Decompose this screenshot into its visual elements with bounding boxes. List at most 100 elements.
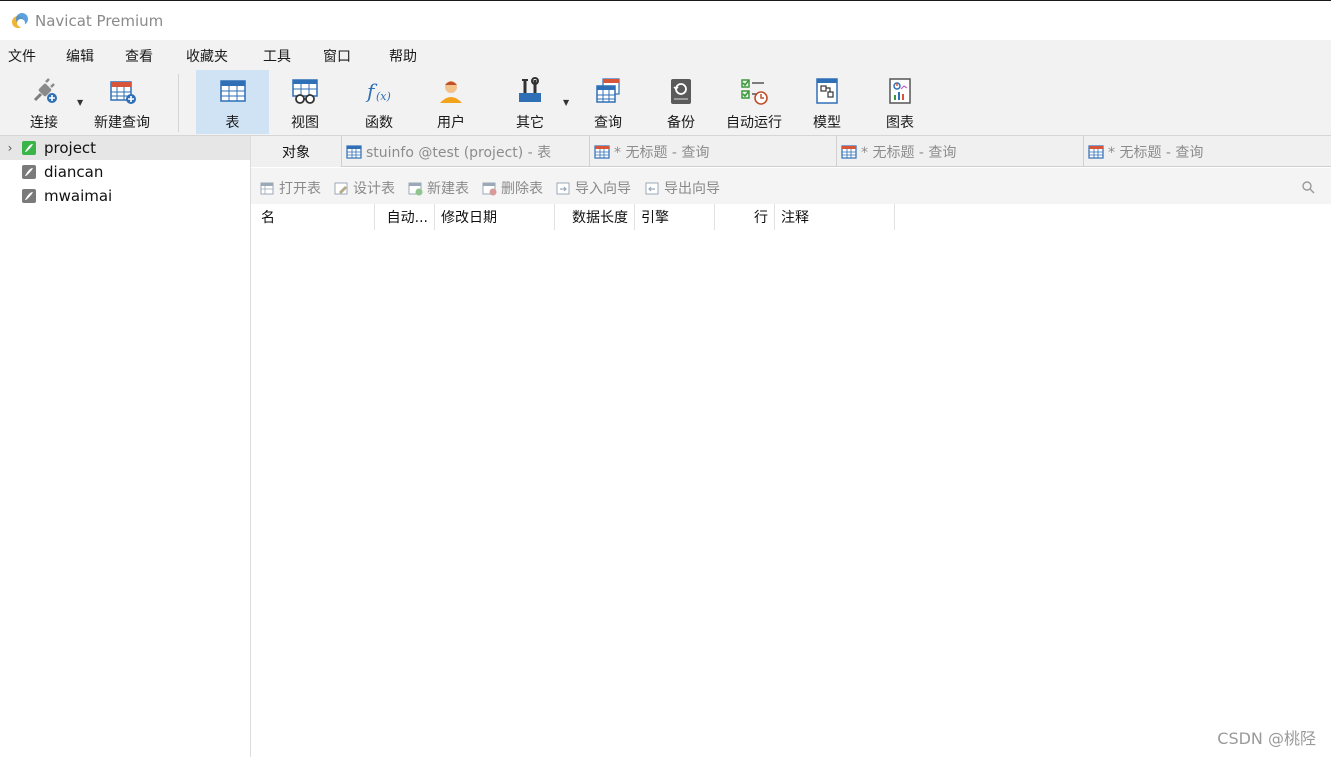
connection-icon <box>22 165 36 179</box>
plug-icon <box>33 78 57 103</box>
table-icon <box>219 80 246 102</box>
column-header-rows[interactable]: 行 <box>715 204 775 230</box>
tools-icon <box>519 77 541 102</box>
automation-icon <box>741 79 768 105</box>
tab-label: stuinfo @test (project) - 表 <box>366 144 552 161</box>
query-icon <box>841 144 857 159</box>
view-button[interactable]: 视图 <box>273 70 337 134</box>
connect-button[interactable]: 连接 <box>14 70 74 134</box>
window-title: Navicat Premium <box>35 11 164 30</box>
search-icon[interactable] <box>1301 180 1315 194</box>
tree-item-diancan[interactable]: diancan <box>0 160 250 184</box>
navicat-logo-icon <box>12 12 28 28</box>
backup-button[interactable]: 备份 <box>649 70 713 134</box>
tab-untitled-query-2[interactable]: * 无标题 - 查询 <box>836 136 1083 167</box>
object-list: 名 自动... 修改日期 数据长度 引擎 行 注释 <box>255 204 1331 757</box>
connection-tree: › project diancan mwaimai <box>0 136 251 757</box>
chart-icon <box>889 78 911 104</box>
tab-label: * 无标题 - 查询 <box>614 144 710 161</box>
view-label: 视图 <box>291 115 319 131</box>
main-toolbar: 连接 ▼ 新建查询 表 视图 f (x) 函数 用户 其它 ▼ 查询 备份 自动… <box>0 68 1331 136</box>
menu-view[interactable]: 查看 <box>125 46 153 66</box>
model-button[interactable]: 模型 <box>795 70 859 134</box>
model-label: 模型 <box>813 115 841 131</box>
menu-edit[interactable]: 编辑 <box>66 46 94 66</box>
design-table-button[interactable]: 设计表 <box>334 178 395 198</box>
query-icon <box>1088 144 1104 159</box>
chart-button[interactable]: 图表 <box>868 70 932 134</box>
function-icon: f (x) <box>365 79 391 103</box>
column-header-modified-date[interactable]: 修改日期 <box>435 204 555 230</box>
menu-tools[interactable]: 工具 <box>263 46 291 66</box>
connection-active-icon <box>22 141 36 155</box>
new-query-icon <box>110 81 136 104</box>
title-bar: Navicat Premium <box>0 0 1331 40</box>
query-icon <box>594 144 610 159</box>
svg-text:(x): (x) <box>376 90 391 103</box>
table-icon <box>346 144 362 159</box>
new-table-button[interactable]: 新建表 <box>408 178 469 198</box>
delete-table-button[interactable]: 删除表 <box>482 178 543 198</box>
user-label: 用户 <box>437 115 465 131</box>
backup-icon <box>671 79 691 104</box>
other-dropdown-arrow-icon[interactable]: ▼ <box>563 98 569 107</box>
connection-icon <box>22 189 36 203</box>
tree-item-project[interactable]: › project <box>0 136 250 160</box>
table-label: 表 <box>225 115 240 131</box>
tree-item-label: mwaimai <box>44 187 113 205</box>
column-header-auto-increment[interactable]: 自动... <box>375 204 435 230</box>
export-wizard-button[interactable]: 导出向导 <box>645 178 720 198</box>
menu-window[interactable]: 窗口 <box>323 46 351 66</box>
menu-file[interactable]: 文件 <box>8 46 36 66</box>
column-header-engine[interactable]: 引擎 <box>635 204 715 230</box>
import-icon <box>556 182 570 194</box>
tab-objects[interactable]: 对象 <box>251 136 341 167</box>
tab-label: * 无标题 - 查询 <box>1108 144 1204 161</box>
chart-label: 图表 <box>886 115 914 131</box>
open-table-icon <box>260 182 274 194</box>
user-icon <box>440 81 462 103</box>
connect-label: 连接 <box>30 115 58 131</box>
function-label: 函数 <box>365 115 393 131</box>
delete-table-icon <box>482 182 497 195</box>
menu-bar: 文件 编辑 查看 收藏夹 工具 窗口 帮助 <box>0 40 1331 68</box>
new-query-button[interactable]: 新建查询 <box>88 70 156 134</box>
object-toolbar: 打开表 设计表 新建表 删除表 导入向导 导出向导 <box>251 168 1331 204</box>
tab-bar: 对象 stuinfo @test (project) - 表 * 无标题 - 查… <box>251 136 1331 167</box>
new-table-icon <box>408 182 423 195</box>
other-button[interactable]: 其它 <box>498 70 562 134</box>
column-header-data-length[interactable]: 数据长度 <box>555 204 635 230</box>
new-query-label: 新建查询 <box>94 115 150 131</box>
export-icon <box>645 182 659 194</box>
column-header-comment[interactable]: 注释 <box>775 204 895 230</box>
automation-button[interactable]: 自动运行 <box>720 70 788 134</box>
query-label: 查询 <box>594 115 622 131</box>
menu-help[interactable]: 帮助 <box>389 46 417 66</box>
backup-label: 备份 <box>667 115 695 131</box>
menu-favorites[interactable]: 收藏夹 <box>186 46 228 66</box>
table-button[interactable]: 表 <box>196 70 269 134</box>
watermark: CSDN @桃陉 <box>1217 729 1316 748</box>
tab-untitled-query-3[interactable]: * 无标题 - 查询 <box>1083 136 1331 167</box>
open-table-button[interactable]: 打开表 <box>260 178 321 198</box>
automation-label: 自动运行 <box>726 115 782 131</box>
query-button[interactable]: 查询 <box>576 70 640 134</box>
tree-item-label: project <box>44 139 97 157</box>
design-table-icon <box>334 182 348 194</box>
column-header-name[interactable]: 名 <box>255 204 375 230</box>
tab-label: * 无标题 - 查询 <box>861 144 957 161</box>
tree-item-mwaimai[interactable]: mwaimai <box>0 184 250 208</box>
chevron-right-icon[interactable]: › <box>3 141 17 155</box>
connect-dropdown-arrow-icon[interactable]: ▼ <box>77 98 83 107</box>
other-label: 其它 <box>516 115 544 131</box>
tab-stuinfo-table[interactable]: stuinfo @test (project) - 表 <box>341 136 589 167</box>
view-icon <box>292 79 318 104</box>
model-icon <box>816 78 838 104</box>
user-button[interactable]: 用户 <box>419 70 483 134</box>
function-button[interactable]: f (x) 函数 <box>347 70 411 134</box>
toolbar-separator <box>178 74 179 132</box>
import-wizard-button[interactable]: 导入向导 <box>556 178 631 198</box>
query-icon <box>596 78 620 103</box>
tree-item-label: diancan <box>44 163 104 181</box>
tab-untitled-query-1[interactable]: * 无标题 - 查询 <box>589 136 836 167</box>
